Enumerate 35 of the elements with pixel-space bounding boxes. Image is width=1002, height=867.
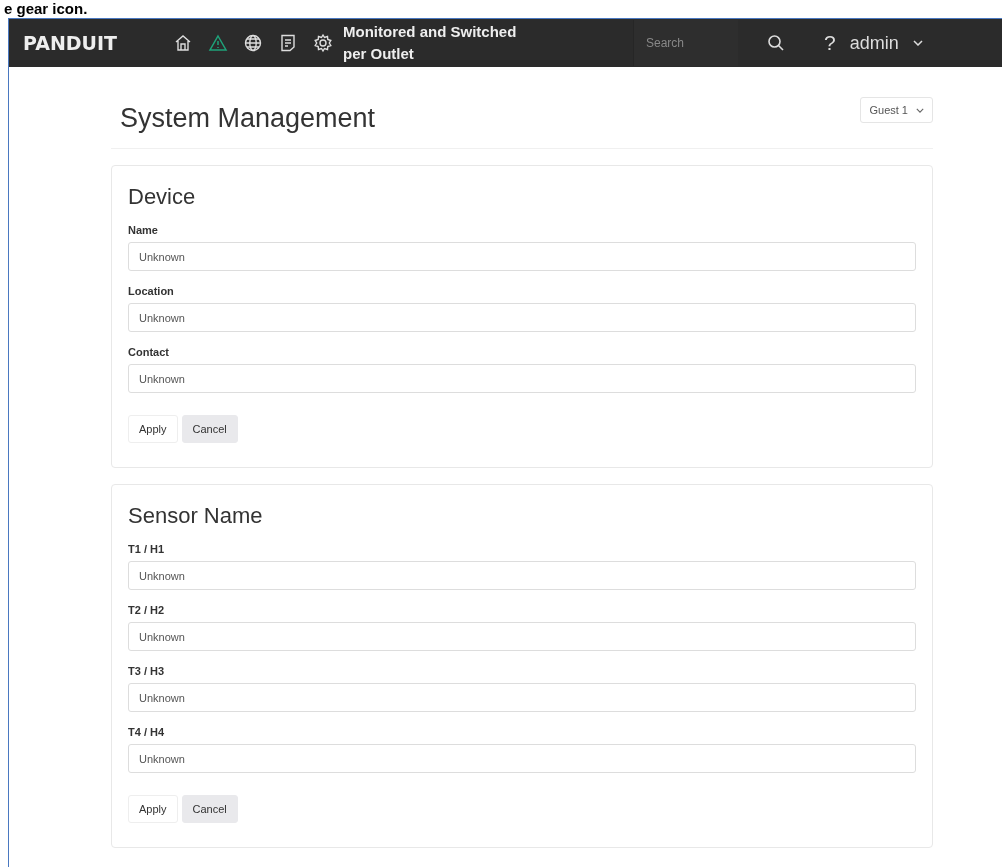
card-title: Sensor Name xyxy=(128,503,264,529)
user-menu[interactable]: admin xyxy=(849,32,899,54)
logo[interactable]: PANDUIT xyxy=(23,32,173,54)
search-icon[interactable] xyxy=(766,33,786,53)
device-title: Monitored and Switched per Outlet xyxy=(343,22,518,64)
field-label: Location xyxy=(128,285,175,297)
field-label: T3 / H3 xyxy=(128,665,166,677)
field-label: Contact xyxy=(128,346,170,358)
warning-icon[interactable] xyxy=(208,33,228,53)
field-label: Name xyxy=(128,224,159,236)
globe-icon[interactable] xyxy=(243,33,263,53)
document-icon[interactable] xyxy=(278,33,298,53)
input-field[interactable]: Unknown xyxy=(128,303,916,332)
chevron-down-icon[interactable] xyxy=(912,40,923,46)
input-field[interactable]: Unknown xyxy=(128,364,916,393)
input-field[interactable]: Unknown xyxy=(128,242,916,271)
page-title: System Management xyxy=(120,103,376,134)
field-label: T2 / H2 xyxy=(128,604,166,616)
cancel-button[interactable]: Cancel xyxy=(181,415,238,443)
input-field[interactable]: Unknown xyxy=(128,744,916,773)
user-select[interactable]: Guest 1 xyxy=(860,97,933,123)
settings-icon[interactable] xyxy=(313,33,333,53)
apply-button[interactable]: Apply xyxy=(128,415,178,443)
help-link[interactable]: ? xyxy=(824,31,836,55)
caption-text: e gear icon. xyxy=(3,0,89,18)
apply-button[interactable]: Apply xyxy=(128,795,178,823)
home-icon[interactable] xyxy=(173,33,193,53)
input-field[interactable]: Unknown xyxy=(128,561,916,590)
field-label: T1 / H1 xyxy=(128,543,166,555)
card-title: Device xyxy=(128,184,197,210)
input-field[interactable]: Unknown xyxy=(128,622,916,651)
chevron-down-icon xyxy=(916,107,924,113)
field-label: T4 / H4 xyxy=(128,726,166,738)
input-field[interactable]: Unknown xyxy=(128,683,916,712)
cancel-button[interactable]: Cancel xyxy=(181,795,238,823)
